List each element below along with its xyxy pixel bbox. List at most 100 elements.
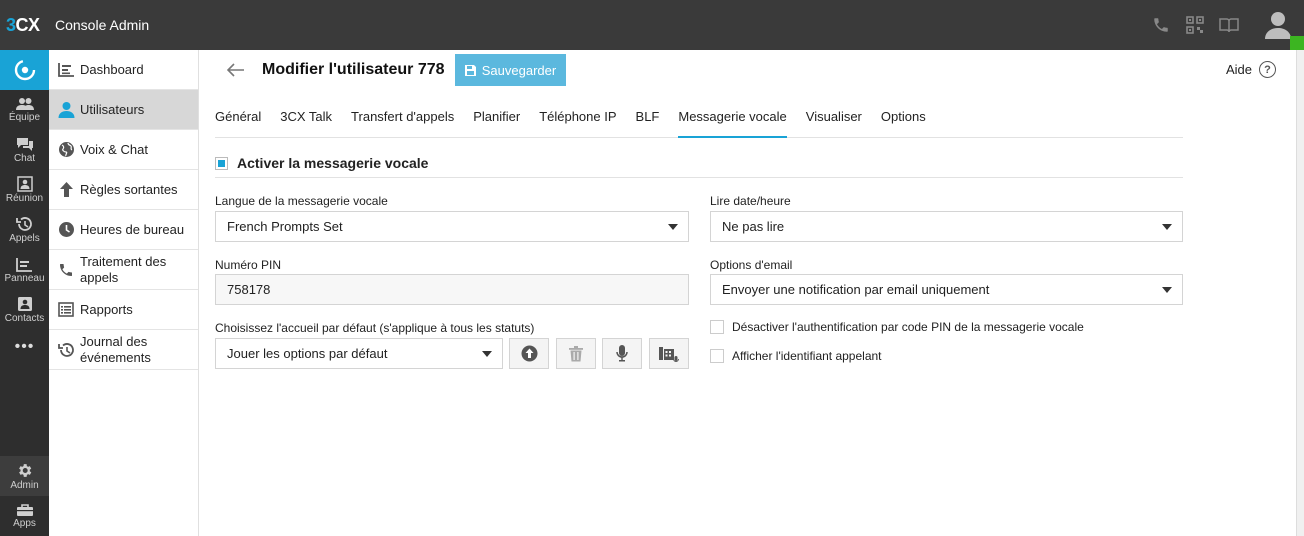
sidebar-item-event-log[interactable]: Journal des événements bbox=[49, 330, 198, 370]
show-caller-id-checkbox[interactable] bbox=[710, 349, 724, 363]
greeting-value: Jouer les options par défaut bbox=[227, 346, 388, 361]
tab-blf[interactable]: BLF bbox=[636, 104, 660, 138]
sidebar-item-label: Journal des événements bbox=[80, 333, 151, 365]
call-history-icon bbox=[16, 217, 32, 231]
chat-icon bbox=[16, 137, 33, 151]
phone-icon[interactable] bbox=[1144, 8, 1178, 42]
save-button[interactable]: Sauvegarder bbox=[455, 54, 566, 86]
pin-input[interactable]: 758178 bbox=[215, 274, 689, 305]
rail-item-label: Chat bbox=[13, 152, 36, 164]
show-caller-id-label: Afficher l'identifiant appelant bbox=[732, 349, 882, 363]
top-bar: 3CX Console Admin bbox=[0, 0, 1304, 50]
arrow-up-icon bbox=[57, 181, 75, 199]
avatar[interactable] bbox=[1252, 0, 1304, 50]
rail-item-admin[interactable]: Admin bbox=[0, 456, 49, 496]
logo: 3CX bbox=[6, 15, 40, 35]
tab-ip-phone[interactable]: Téléphone IP bbox=[539, 104, 616, 138]
tab-3cx-talk[interactable]: 3CX Talk bbox=[280, 104, 332, 138]
phone-icon bbox=[57, 261, 75, 279]
email-options-select[interactable]: Envoyer une notification par email uniqu… bbox=[710, 274, 1183, 305]
scrollbar[interactable] bbox=[1296, 50, 1304, 536]
gear-icon bbox=[19, 463, 32, 477]
phone-record-button[interactable] bbox=[649, 338, 689, 369]
trash-icon bbox=[569, 345, 583, 361]
arrow-left-icon bbox=[227, 63, 244, 77]
sidebar-item-label: Règles sortantes bbox=[80, 181, 178, 197]
user-icon bbox=[57, 101, 75, 119]
sidebar-item-dashboard[interactable]: Dashboard bbox=[49, 50, 198, 90]
section-title: Activer la messagerie vocale bbox=[237, 155, 429, 171]
rail-item-meeting[interactable]: Réunion bbox=[0, 170, 49, 210]
record-greeting-button[interactable] bbox=[602, 338, 642, 369]
sidebar-item-label: Traitement des appels bbox=[80, 253, 167, 285]
chevron-down-icon bbox=[668, 224, 678, 230]
sidebar-item-users[interactable]: Utilisateurs bbox=[49, 90, 198, 130]
rail-item-label: Admin bbox=[10, 479, 39, 491]
sidebar-item-label: Rapports bbox=[80, 301, 133, 317]
sidebar-item-label: Dashboard bbox=[80, 61, 144, 77]
read-datetime-select[interactable]: Ne pas lire bbox=[710, 211, 1183, 242]
more-icon: ••• bbox=[14, 338, 35, 355]
rail-item-chat[interactable]: Chat bbox=[0, 130, 49, 170]
tab-voicemail[interactable]: Messagerie vocale bbox=[678, 104, 787, 138]
tab-options[interactable]: Options bbox=[881, 104, 926, 138]
icon-rail: Équipe Chat Réunion Appels Panneau Conta… bbox=[0, 50, 49, 536]
rail-item-calls[interactable]: Appels bbox=[0, 210, 49, 250]
tab-schedule[interactable]: Planifier bbox=[473, 104, 520, 138]
status-indicator bbox=[1290, 36, 1304, 50]
rail-item-label: Contacts bbox=[4, 313, 45, 324]
reports-icon bbox=[57, 301, 75, 319]
rail-item-label: Appels bbox=[9, 233, 40, 244]
disable-pin-auth-row[interactable]: Désactiver l'authentification par code P… bbox=[710, 320, 1084, 334]
sidebar-item-label: Heures de bureau bbox=[80, 221, 185, 237]
sidebar-item-label: Voix & Chat bbox=[80, 141, 148, 157]
language-select[interactable]: French Prompts Set bbox=[215, 211, 689, 242]
sidebar-item-call-handling[interactable]: Traitement des appels bbox=[49, 250, 198, 290]
help-link[interactable]: Aide ? bbox=[1226, 61, 1276, 78]
globe-icon bbox=[57, 141, 75, 159]
microphone-icon bbox=[616, 345, 628, 362]
greeting-label: Choisissez l'accueil par défaut (s'appli… bbox=[215, 321, 535, 335]
help-label: Aide bbox=[1225, 62, 1252, 77]
sidebar-item-voice-chat[interactable]: Voix & Chat bbox=[49, 130, 198, 170]
rail-item-label: Réunion bbox=[5, 193, 44, 204]
sidebar: Dashboard Utilisateurs Voix & Chat Règle… bbox=[49, 50, 199, 536]
voicemail-section-header: Activer la messagerie vocale bbox=[215, 153, 1183, 178]
contacts-icon bbox=[17, 297, 32, 311]
disable-pin-auth-checkbox[interactable] bbox=[710, 320, 724, 334]
pin-value: 758178 bbox=[227, 282, 271, 297]
show-caller-id-row[interactable]: Afficher l'identifiant appelant bbox=[710, 349, 882, 363]
sidebar-item-outbound-rules[interactable]: Règles sortantes bbox=[49, 170, 198, 210]
page-header: Modifier l'utilisateur 778 Sauvegarder A… bbox=[199, 50, 1296, 90]
upload-greeting-button[interactable] bbox=[509, 338, 549, 369]
rail-item-label: Équipe bbox=[8, 112, 41, 123]
delete-greeting-button[interactable] bbox=[556, 338, 596, 369]
language-label: Langue de la messagerie vocale bbox=[215, 194, 388, 208]
chevron-down-icon bbox=[1162, 224, 1172, 230]
disable-pin-auth-label: Désactiver l'authentification par code P… bbox=[732, 320, 1084, 334]
tab-general[interactable]: Général bbox=[215, 104, 261, 138]
team-icon bbox=[15, 98, 34, 110]
tab-bar: Général 3CX Talk Transfert d'appels Plan… bbox=[215, 104, 1183, 138]
qr-code-icon[interactable] bbox=[1178, 8, 1212, 42]
greeting-select[interactable]: Jouer les options par défaut bbox=[215, 338, 503, 369]
back-button[interactable] bbox=[225, 60, 247, 80]
rail-home-button[interactable] bbox=[0, 50, 49, 90]
rail-item-contacts[interactable]: Contacts bbox=[0, 290, 49, 330]
sidebar-item-reports[interactable]: Rapports bbox=[49, 290, 198, 330]
rail-item-team[interactable]: Équipe bbox=[0, 90, 49, 130]
book-icon[interactable] bbox=[1212, 8, 1246, 42]
rail-more-button[interactable]: ••• bbox=[0, 330, 49, 364]
desk-phone-icon bbox=[659, 346, 679, 362]
history-icon bbox=[57, 341, 75, 359]
tab-view[interactable]: Visualiser bbox=[806, 104, 862, 138]
sidebar-item-label: Utilisateurs bbox=[80, 101, 145, 117]
sidebar-item-office-hours[interactable]: Heures de bureau bbox=[49, 210, 198, 250]
rail-item-apps[interactable]: Apps bbox=[0, 496, 49, 536]
app-title: Console Admin bbox=[55, 17, 150, 33]
rail-item-panel[interactable]: Panneau bbox=[0, 250, 49, 290]
enable-voicemail-checkbox[interactable] bbox=[215, 157, 228, 170]
rail-item-label: Apps bbox=[13, 518, 36, 529]
tab-call-forwarding[interactable]: Transfert d'appels bbox=[351, 104, 454, 138]
chevron-down-icon bbox=[1162, 287, 1172, 293]
